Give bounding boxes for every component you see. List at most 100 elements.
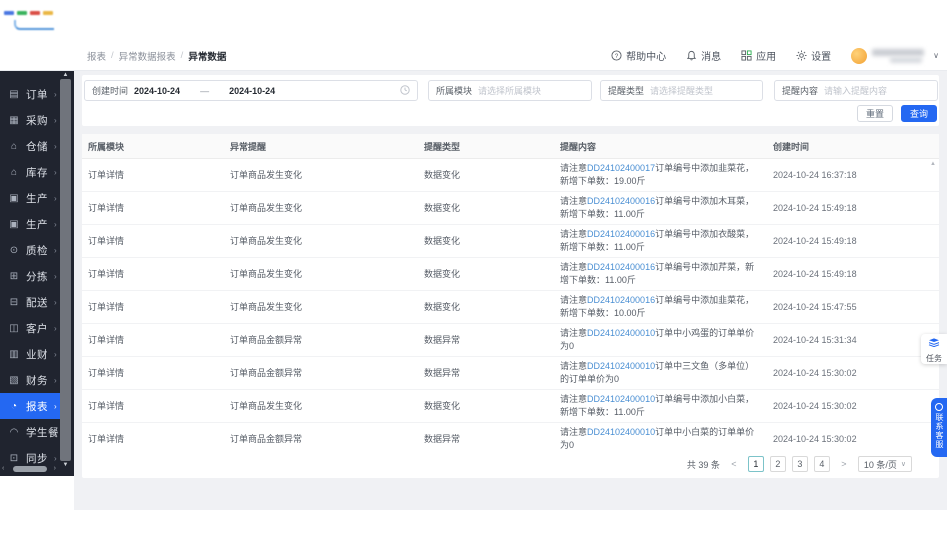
filter-panel: 创建时间 2024-10-24 — 2024-10-24 所属模块 请选择所属模…: [82, 75, 939, 126]
svg-text:?: ?: [615, 53, 619, 60]
sidebar-item-warehouse[interactable]: ⌂仓储›: [0, 133, 60, 159]
messages-button[interactable]: 消息: [686, 48, 721, 63]
user-name-redacted: [872, 48, 928, 64]
sidebar-scroll-up-icon[interactable]: ▲: [60, 71, 71, 79]
alert-type-select[interactable]: 提醒类型 请选择提醒类型: [600, 80, 763, 101]
sidebar-scroll-down-icon[interactable]: ▼: [60, 461, 71, 469]
help-center-button[interactable]: ? 帮助中心: [611, 48, 666, 63]
table-scroll-up-icon[interactable]: ▲: [929, 161, 937, 167]
inventory-icon: ⌂: [8, 167, 20, 178]
table-row: 订单详情 订单商品金额异常 数据异常 请注意DD24102400010订单中小白…: [82, 423, 939, 450]
chevron-down-icon: ∨: [933, 51, 939, 60]
apps-button[interactable]: 应用: [741, 48, 776, 63]
search-button[interactable]: 查询: [901, 105, 937, 122]
sidebar-horizontal-scrollbar[interactable]: ‹ ›: [0, 464, 60, 474]
sidebar-item-delivery[interactable]: ⊟配送›: [0, 289, 60, 315]
header-bar: 报表 / 异常数据报表 / 异常数据 ? 帮助中心 消息: [0, 40, 947, 71]
sidebar-item-business-finance[interactable]: ▥业财›: [0, 341, 60, 367]
page-size-select[interactable]: 10 条/页 ∨: [858, 456, 912, 472]
customer-icon: ◫: [8, 323, 20, 334]
order-number-link[interactable]: DD24102400016: [587, 196, 655, 206]
breadcrumb-item[interactable]: 报表: [87, 49, 106, 63]
finance-icon: ▧: [8, 375, 20, 386]
table-row: 订单详情 订单商品发生变化 数据变化 请注意DD24102400010订单编号中…: [82, 390, 939, 423]
page: 报表 / 异常数据报表 / 异常数据 ? 帮助中心 消息: [0, 0, 947, 547]
pagination: 共 39 条 < 1 2 3 4 > 10 条/页 ∨: [82, 450, 939, 478]
order-number-link[interactable]: DD24102400016: [587, 262, 655, 272]
tasks-float-button[interactable]: 任务: [921, 334, 947, 364]
module-select[interactable]: 所属模块 请选择所属模块: [428, 80, 592, 101]
sync-icon: ⊡: [8, 453, 20, 464]
order-number-link[interactable]: DD24102400010: [587, 394, 655, 404]
column-header-content: 提醒内容: [554, 140, 767, 153]
calendar-icon[interactable]: [400, 85, 410, 97]
sidebar-item-inventory[interactable]: ⌂库存›: [0, 159, 60, 185]
page-button-1[interactable]: 1: [748, 456, 764, 472]
contact-service-float-button[interactable]: 联系客服: [931, 398, 947, 457]
order-number-link[interactable]: DD24102400016: [587, 229, 655, 239]
gear-icon: [796, 50, 807, 61]
page-button-2[interactable]: 2: [770, 456, 786, 472]
table-row: 订单详情 订单商品发生变化 数据变化 请注意DD24102400016订单编号中…: [82, 192, 939, 225]
sidebar-menu: ▤订单› ▦采购› ⌂仓储› ⌂库存› ▣生产› ▣生产› ⊙质检› ⊞分拣› …: [0, 81, 60, 471]
order-number-link[interactable]: DD24102400017: [587, 163, 655, 173]
top-strip: [0, 0, 947, 40]
sidebar-item-customers[interactable]: ◫客户›: [0, 315, 60, 341]
order-icon: ▤: [8, 89, 20, 100]
order-number-link[interactable]: DD24102400016: [587, 295, 655, 305]
production-icon: ▣: [8, 193, 20, 204]
column-header-alert: 异常提醒: [224, 140, 418, 153]
prev-page-button[interactable]: <: [726, 456, 742, 472]
reset-button[interactable]: 重置: [857, 105, 893, 122]
sidebar-item-purchase[interactable]: ▦采购›: [0, 107, 60, 133]
sidebar-item-reports[interactable]: ◔报表›: [0, 393, 60, 419]
date-from-value: 2024-10-24: [134, 86, 180, 96]
apps-icon: [741, 50, 752, 61]
quality-check-icon: ⊙: [8, 245, 20, 256]
avatar: [851, 48, 867, 64]
sidebar-vertical-scrollbar[interactable]: [60, 79, 71, 461]
production-icon: ▣: [8, 219, 20, 230]
report-icon: ◔: [8, 401, 20, 412]
page-button-3[interactable]: 3: [792, 456, 808, 472]
date-range-input[interactable]: 创建时间 2024-10-24 — 2024-10-24: [84, 80, 418, 101]
settings-button[interactable]: 设置: [796, 48, 831, 63]
user-menu[interactable]: ∨: [851, 48, 939, 64]
alert-content-input[interactable]: 提醒内容 请输入提醒内容: [774, 80, 938, 101]
sorting-icon: ⊞: [8, 271, 20, 282]
column-header-module: 所属模块: [82, 140, 224, 153]
warehouse-icon: ⌂: [8, 141, 20, 152]
order-number-link[interactable]: DD24102400010: [587, 361, 655, 371]
table-row: 订单详情 订单商品发生变化 数据变化 请注意DD24102400016订单编号中…: [82, 291, 939, 324]
table-row: 订单详情 订单商品金额异常 数据异常 请注意DD24102400010订单中三文…: [82, 357, 939, 390]
order-number-link[interactable]: DD24102400010: [587, 427, 655, 437]
scroll-left-icon[interactable]: ‹: [2, 464, 4, 474]
table-row: 订单详情 订单商品金额异常 数据异常 请注意DD24102400010订单中小鸡…: [82, 324, 939, 357]
next-page-button[interactable]: >: [836, 456, 852, 472]
sidebar-item-finance[interactable]: ▧财务›: [0, 367, 60, 393]
help-icon: ?: [611, 50, 622, 61]
sidebar-item-production-2[interactable]: ▣生产›: [0, 211, 60, 237]
business-finance-icon: ▥: [8, 349, 20, 360]
order-number-link[interactable]: DD24102400010: [587, 328, 655, 338]
main-content: 创建时间 2024-10-24 — 2024-10-24 所属模块 请选择所属模…: [74, 71, 947, 510]
service-icon: [935, 403, 943, 411]
bell-icon: [686, 50, 697, 61]
layers-icon: [928, 334, 940, 352]
breadcrumb-current: 异常数据: [188, 49, 226, 63]
table-header: 所属模块 异常提醒 提醒类型 提醒内容 创建时间: [82, 134, 939, 159]
sidebar-item-orders[interactable]: ▤订单›: [0, 81, 60, 107]
sidebar-item-production-1[interactable]: ▣生产›: [0, 185, 60, 211]
student-meal-icon: ◠: [8, 427, 20, 438]
sidebar-item-sorting[interactable]: ⊞分拣›: [0, 263, 60, 289]
breadcrumb-separator: /: [181, 50, 184, 61]
page-button-4[interactable]: 4: [814, 456, 830, 472]
sidebar-item-student-meal[interactable]: ◠学生餐: [0, 419, 60, 445]
sidebar-item-quality[interactable]: ⊙质检›: [0, 237, 60, 263]
table-row: 订单详情 订单商品发生变化 数据变化 请注意DD24102400016订单编号中…: [82, 225, 939, 258]
breadcrumb-item[interactable]: 异常数据报表: [119, 49, 176, 63]
scrollbar-thumb[interactable]: [13, 466, 47, 472]
column-header-type: 提醒类型: [418, 140, 554, 153]
scroll-right-icon[interactable]: ›: [54, 464, 56, 474]
delivery-icon: ⊟: [8, 297, 20, 308]
